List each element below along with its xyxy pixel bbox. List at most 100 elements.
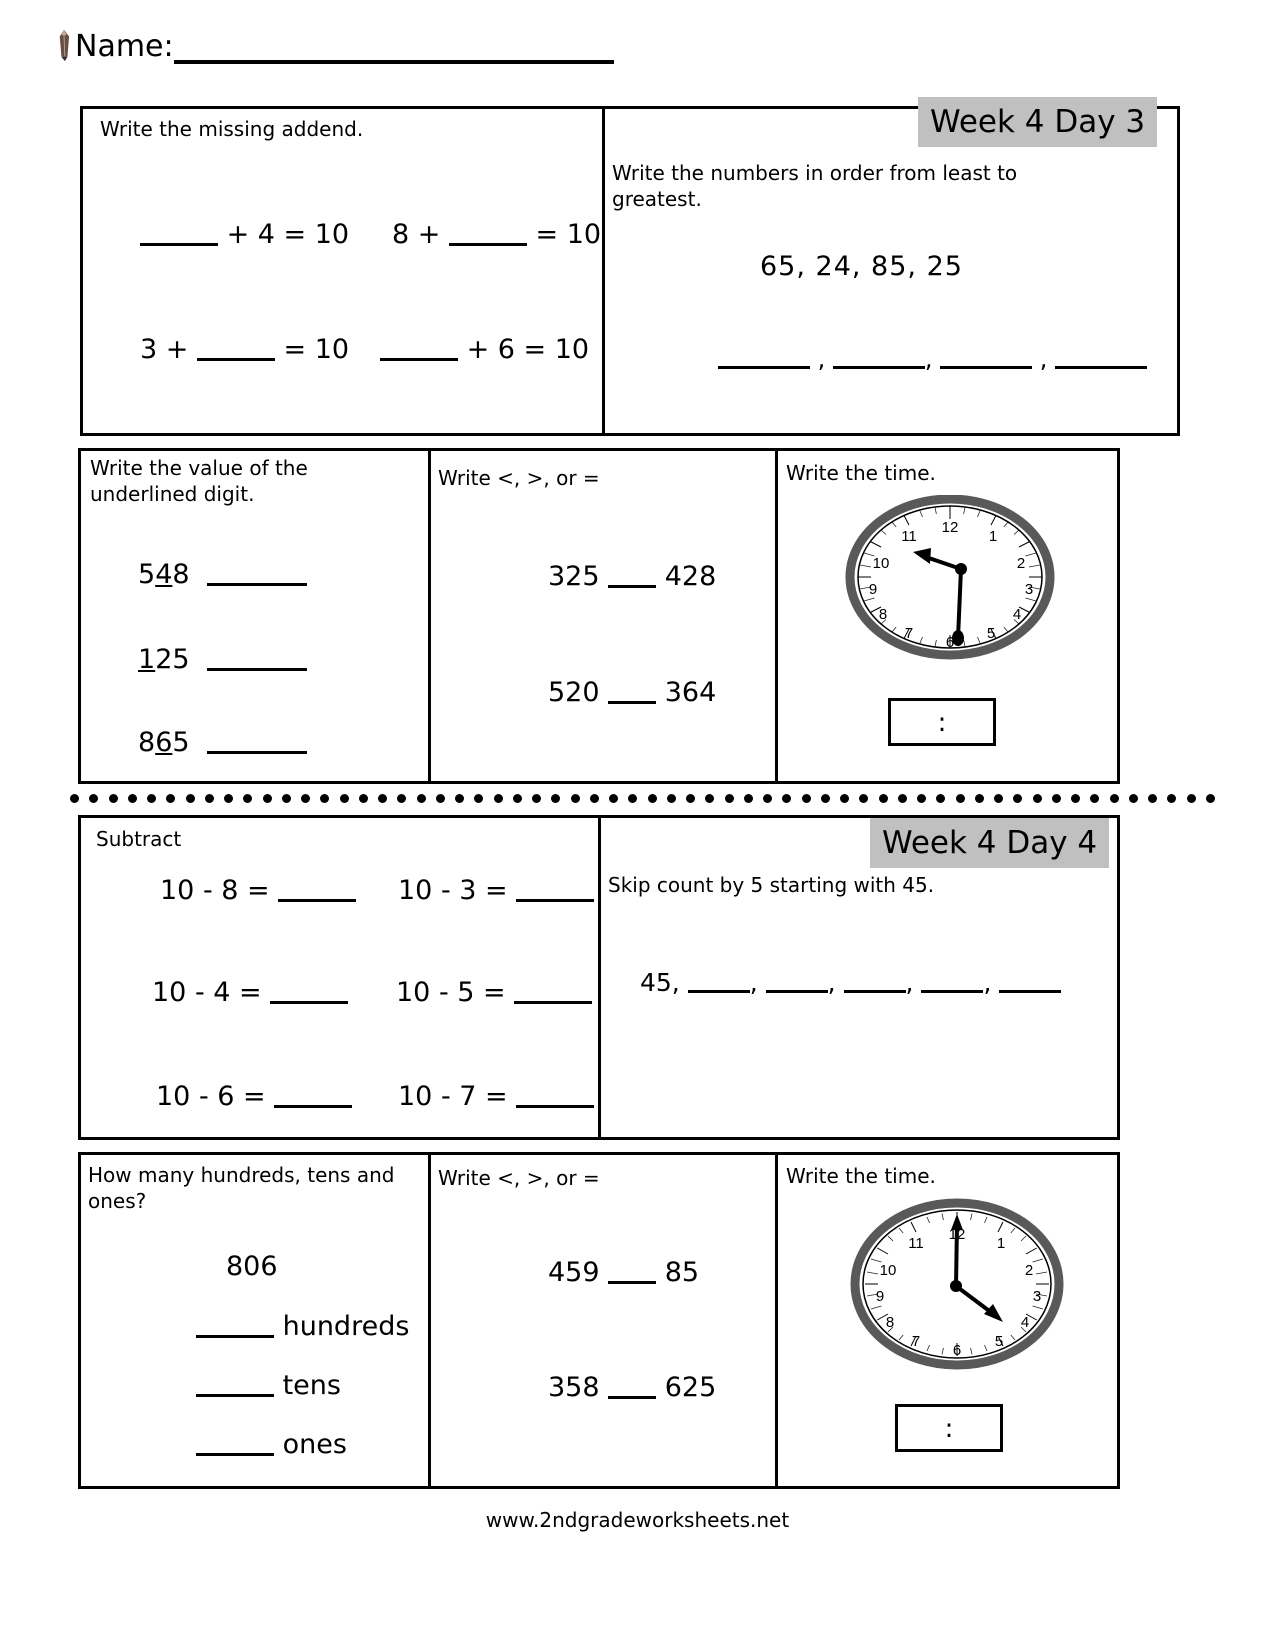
answer-blank[interactable] [687, 990, 750, 993]
answer-blank[interactable] [196, 1335, 274, 1338]
svg-text:3: 3 [1025, 581, 1033, 598]
clock-bottom-answer-box[interactable]: : [895, 1404, 1003, 1452]
svg-text:2: 2 [1017, 555, 1025, 572]
compare-bottom-prompt: Write <, >, or = [438, 1166, 600, 1190]
subtract-expression: 10 - 5 = [396, 977, 506, 1008]
place-value-problem-2: 125 [138, 645, 307, 675]
svg-text:10: 10 [880, 1262, 897, 1279]
missing-addend-problem-3: 3 + = 10 [140, 334, 350, 365]
subtract-problem-6: 10 - 7 = [398, 1081, 595, 1112]
dotted-section-divider [70, 793, 1215, 803]
week-day-banner-day4: Week 4 Day 4 [870, 818, 1110, 868]
compare-top-prompt: Write <, >, or = [438, 466, 600, 490]
order-numbers-prompt: Write the numbers in order from least to… [612, 161, 1018, 211]
row4-divider-2 [775, 1152, 778, 1489]
hundreds-label: hundreds [282, 1311, 410, 1342]
answer-blank[interactable] [921, 990, 984, 993]
skip-count-answer-row: 45, , , , , [640, 968, 1062, 997]
subtract-problem-4: 10 - 5 = [396, 977, 593, 1008]
clock-bottom-answer-placeholder: : [944, 1414, 954, 1444]
compare-left: 358 [548, 1372, 600, 1403]
answer-blank[interactable] [278, 899, 357, 902]
missing-addend-problem-4: + 6 = 10 [380, 335, 589, 365]
subtract-expression: 10 - 4 = [152, 977, 262, 1008]
pencil-icon [59, 29, 70, 62]
answer-blank[interactable] [608, 1281, 657, 1284]
compare-right: 428 [664, 561, 717, 592]
order-numbers-answer-row: , , , [718, 345, 1148, 373]
answer-blank[interactable] [843, 990, 906, 993]
compare-right: 364 [664, 677, 717, 708]
svg-text:7: 7 [905, 625, 913, 642]
subtract-problem-3: 10 - 4 = [152, 977, 349, 1008]
worksheet-page: Name: Week 4 Day 3 Write the missing add… [0, 0, 1275, 1650]
tens-row: tens [196, 1371, 341, 1401]
answer-blank[interactable] [940, 366, 1033, 369]
hundreds-tens-ones-number: 806 [226, 1251, 278, 1282]
name-field-row: Name: [55, 30, 614, 64]
answer-blank[interactable] [516, 1105, 595, 1108]
svg-text:7: 7 [912, 1333, 920, 1350]
svg-text:1: 1 [989, 528, 997, 545]
answer-blank[interactable] [270, 1001, 349, 1004]
compare-left: 459 [548, 1257, 600, 1288]
answer-blank[interactable] [999, 990, 1062, 993]
clock-top-answer-placeholder: : [937, 708, 947, 738]
answer-blank[interactable] [448, 243, 527, 246]
answer-blank[interactable] [196, 358, 275, 361]
answer-blank[interactable] [765, 990, 828, 993]
row4-divider-1 [428, 1152, 431, 1489]
name-label: Name: [75, 29, 174, 64]
clock-bottom-prompt: Write the time. [786, 1164, 936, 1188]
answer-blank[interactable] [608, 701, 657, 704]
ones-label: ones [282, 1429, 347, 1460]
missing-addend-problem-1: + 4 = 10 [140, 220, 349, 250]
compare-top-problem-1: 325 428 [548, 562, 716, 592]
subtract-expression: 10 - 7 = [398, 1081, 508, 1112]
svg-text:12: 12 [942, 519, 959, 536]
analog-clock-top: 12 1 2 345 678 9 10 11 [845, 494, 1055, 664]
tens-label: tens [282, 1370, 341, 1401]
place-value-problem-1: 548 [138, 560, 307, 590]
answer-blank[interactable] [140, 243, 218, 246]
answer-blank[interactable] [206, 668, 307, 671]
svg-text:8: 8 [879, 606, 887, 623]
svg-text:4: 4 [1013, 606, 1021, 623]
subtract-problem-5: 10 - 6 = [156, 1082, 353, 1112]
svg-text:6: 6 [953, 1342, 961, 1359]
subtract-expression: 10 - 3 = [398, 875, 508, 906]
answer-blank[interactable] [196, 1453, 274, 1456]
row1-divider [602, 106, 605, 436]
answer-blank[interactable] [380, 358, 458, 361]
place-value-problem-3: 865 [138, 728, 307, 758]
answer-blank[interactable] [196, 1394, 274, 1397]
name-input-blank[interactable] [173, 34, 614, 64]
missing-addend-problem-2: 8 + = 10 [392, 219, 602, 250]
answer-blank[interactable] [832, 366, 925, 369]
compare-bottom-problem-1: 459 85 [548, 1258, 699, 1288]
compare-left: 520 [548, 677, 600, 708]
answer-blank[interactable] [514, 1001, 593, 1004]
answer-blank[interactable] [608, 585, 657, 588]
answer-blank[interactable] [206, 583, 307, 586]
week-day-banner-day3: Week 4 Day 3 [918, 97, 1158, 147]
answer-blank[interactable] [608, 1396, 657, 1399]
missing-addend-prompt: Write the missing addend. [100, 117, 364, 141]
skip-count-start: 45, [640, 968, 680, 997]
row2-divider-2 [775, 448, 778, 784]
hundreds-row: hundreds [196, 1312, 409, 1342]
svg-text:11: 11 [901, 528, 917, 545]
answer-blank[interactable] [274, 1105, 353, 1108]
row3-divider [598, 815, 601, 1140]
clock-top-answer-box[interactable]: : [888, 698, 996, 746]
answer-blank[interactable] [206, 751, 307, 754]
answer-blank[interactable] [1055, 366, 1148, 369]
answer-blank[interactable] [516, 899, 595, 902]
subtract-prompt: Subtract [96, 827, 182, 851]
row2-divider-1 [428, 448, 431, 784]
compare-bottom-problem-2: 358 625 [548, 1373, 716, 1403]
order-numbers-values: 65, 24, 85, 25 [760, 251, 963, 282]
place-value-prompt: Write the value of the underlined digit. [90, 456, 308, 506]
svg-text:5: 5 [987, 625, 995, 642]
answer-blank[interactable] [718, 366, 810, 369]
